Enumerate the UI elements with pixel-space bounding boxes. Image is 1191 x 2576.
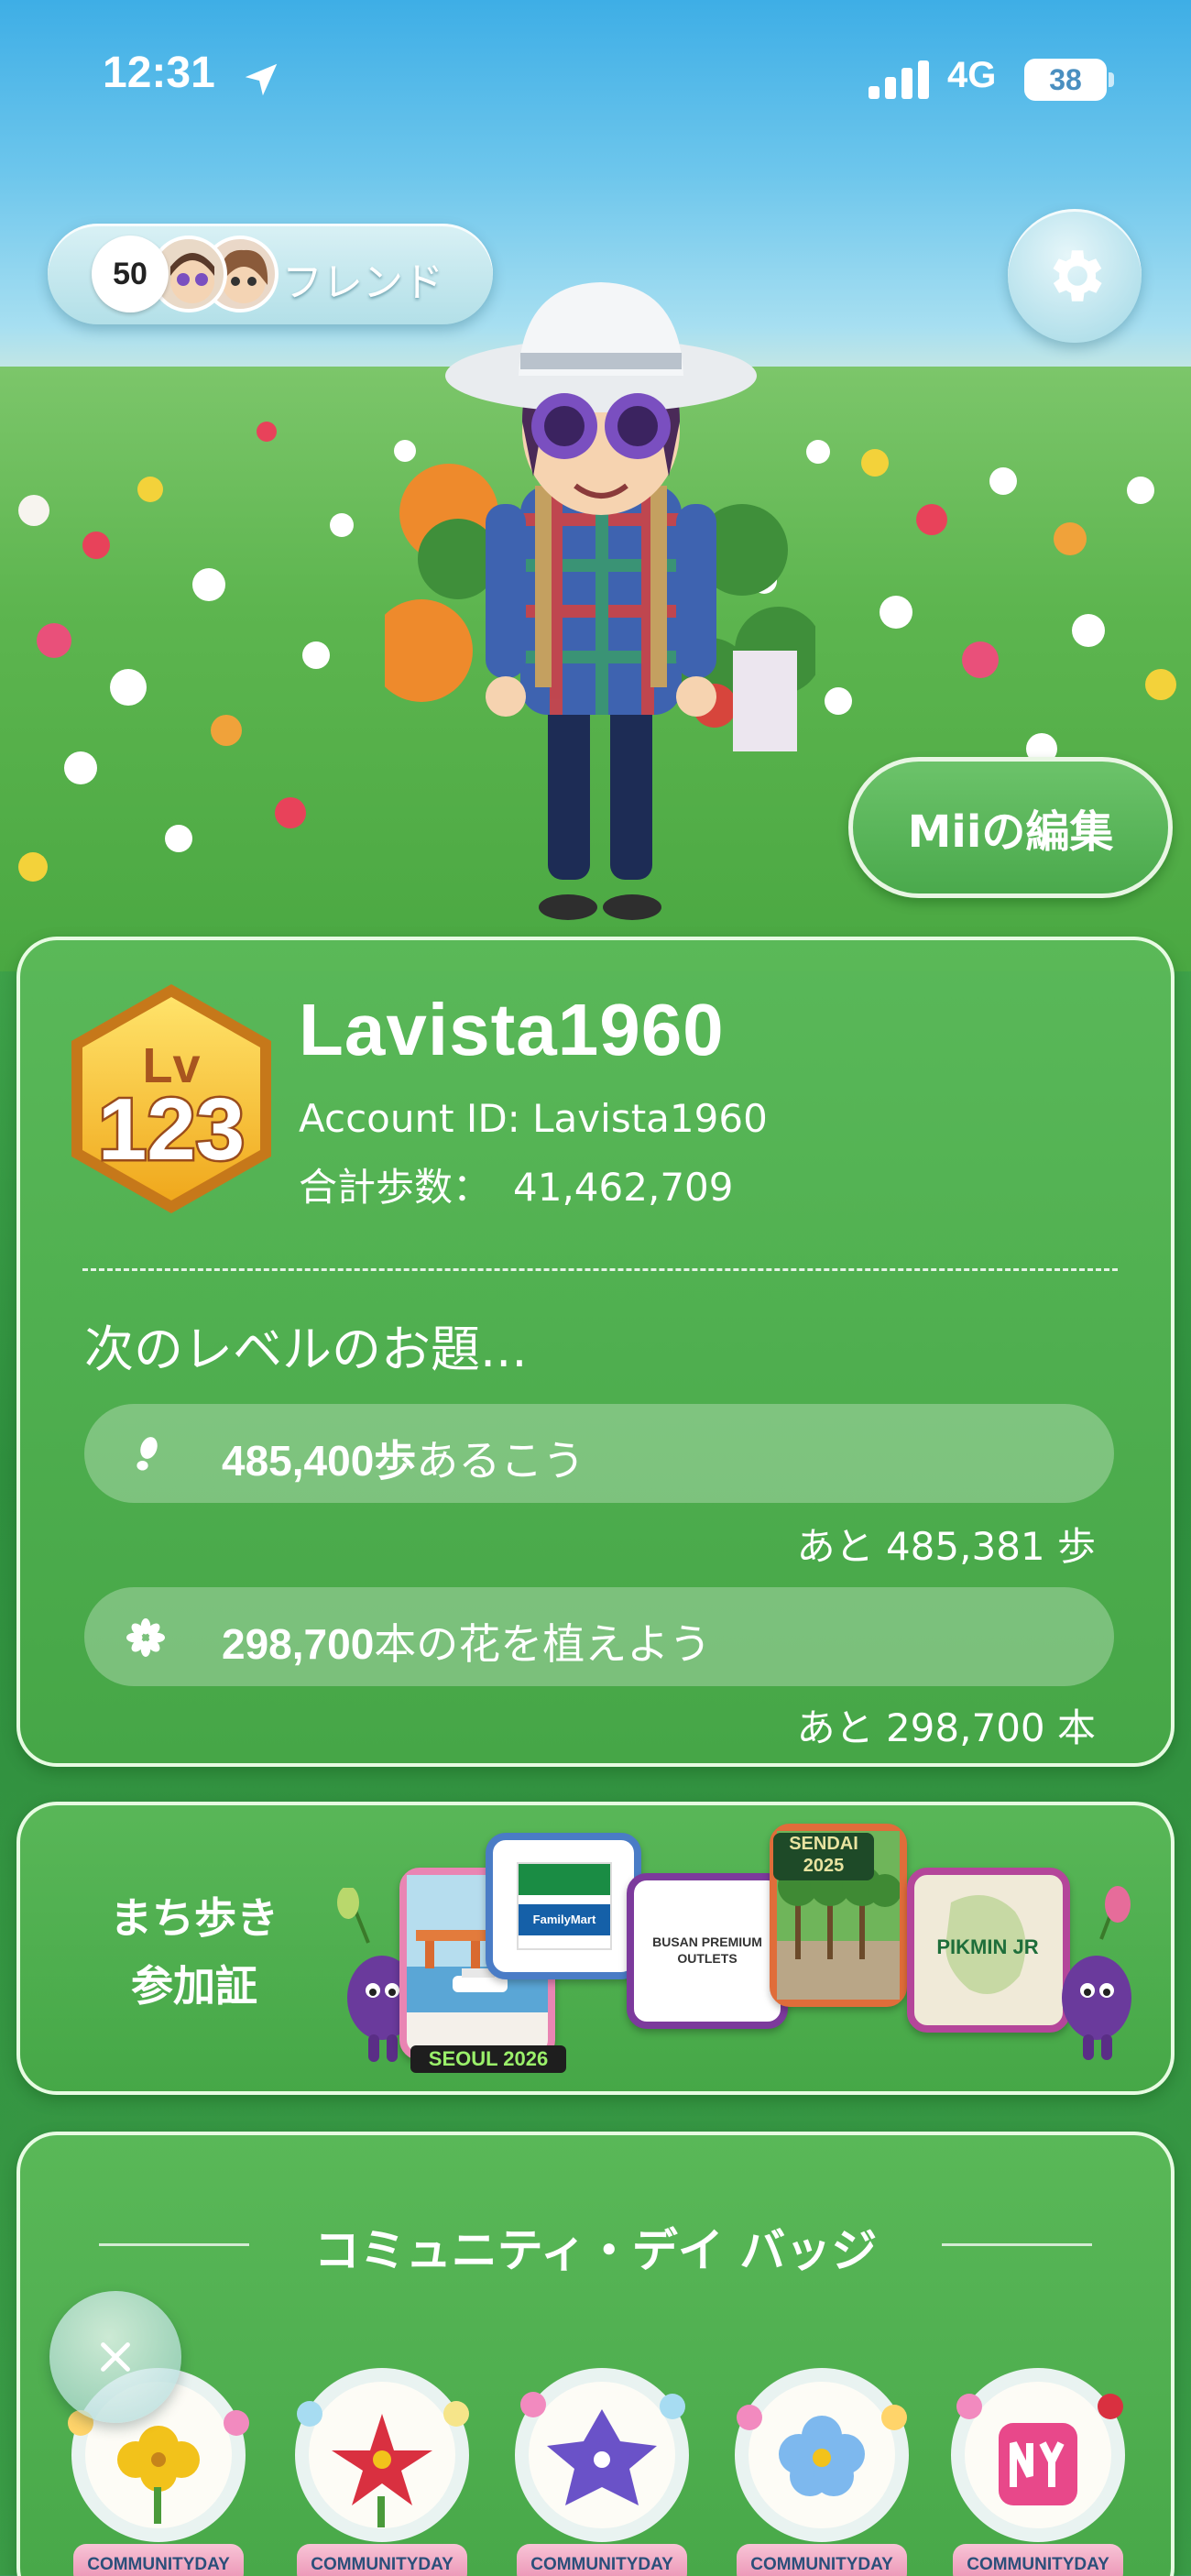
total-steps: 合計歩数： 41,462,709 — [299, 1156, 734, 1212]
town-walk-title-line2: 参加証 — [131, 1961, 257, 2011]
community-day-label: COMMUNITYDAY — [737, 2544, 907, 2576]
total-steps-value: 41,462,709 — [513, 1165, 734, 1210]
mii-avatar — [385, 282, 815, 920]
flower-icon — [126, 1618, 165, 1657]
purple-bellflower-badge-icon — [515, 2368, 689, 2542]
level-number: 123 — [95, 1079, 246, 1181]
task-walk-steps: 485,400歩あるこう — [84, 1404, 1114, 1503]
task-walk-remaining: あと 485,381 歩 — [796, 1524, 1096, 1569]
settings-button[interactable] — [1008, 209, 1142, 343]
task-flower-suffix: 本の花を植えよう — [374, 1619, 712, 1669]
community-day-label: COMMUNITYDAY — [517, 2544, 687, 2576]
close-icon — [101, 2342, 130, 2372]
task-flower-remaining: あと 298,700 本 — [796, 1705, 1096, 1750]
battery-tip — [1109, 72, 1114, 87]
gear-icon — [1053, 250, 1102, 301]
profile-card: Lv 123 Lavista1960 Account ID: Lavista19… — [16, 937, 1175, 1767]
username: Lavista1960 — [299, 989, 725, 1070]
community-day-title: コミュニティ・デイ バッジ — [313, 2224, 878, 2277]
town-walk-card[interactable]: まち歩き 参加証 SEOUL 2026 FamilyMart BUSAN PRE… — [16, 1802, 1175, 2095]
blue-flower-badge-icon — [735, 2368, 909, 2542]
red-flower-badge-icon — [295, 2368, 469, 2542]
familymart-label: FamilyMart — [519, 1904, 610, 1935]
network-type: 4G — [947, 55, 997, 95]
community-day-badges-card: コミュニティ・デイ バッジ COMMUNITYDAY COMMUNITYDAY — [16, 2132, 1175, 2576]
community-day-badge[interactable]: COMMUNITYDAY — [726, 2359, 918, 2576]
sendai-label: SENDAI 2025 — [773, 1833, 874, 1880]
community-day-badge[interactable]: COMMUNITYDAY — [506, 2359, 698, 2576]
busan-patch[interactable]: BUSAN PREMIUM OUTLETS — [627, 1873, 788, 2029]
task-walk-amount: 485,400歩 — [222, 1437, 417, 1485]
task-plant-flowers: 298,700本の花を植えよう — [84, 1587, 1114, 1686]
battery-level: 38 — [1049, 62, 1082, 96]
next-level-title: 次のレベルのお題... — [84, 1321, 528, 1378]
dashed-divider — [82, 1268, 1118, 1271]
town-walk-title: まち歩き 参加証 — [57, 1884, 332, 2020]
purple-pikmin-icon — [1062, 1886, 1131, 2060]
busan-label: BUSAN PREMIUM OUTLETS — [652, 1935, 762, 1966]
edit-mii-button[interactable]: Miiの編集 — [848, 757, 1173, 898]
task-walk-suffix: あるこう — [416, 1436, 585, 1485]
community-day-label: COMMUNITYDAY — [953, 2544, 1123, 2576]
location-arrow-icon — [245, 63, 278, 96]
community-day-label: COMMUNITYDAY — [297, 2544, 467, 2576]
community-day-label: COMMUNITYDAY — [73, 2544, 244, 2576]
status-bar: 12:31 4G 38 — [0, 0, 1191, 156]
town-walk-title-line1: まち歩き — [110, 1893, 279, 1943]
task-flower-amount: 298,700 — [222, 1620, 375, 1668]
community-day-badge[interactable]: COMMUNITYDAY — [942, 2359, 1134, 2576]
account-id: Account ID: Lavista1960 — [299, 1096, 768, 1141]
pink-ny-badge-icon — [951, 2368, 1125, 2542]
title-rule-right — [942, 2243, 1092, 2246]
footprint-icon — [137, 1437, 158, 1471]
familymart-logo: FamilyMart — [517, 1862, 612, 1950]
community-day-badge[interactable]: COMMUNITYDAY — [286, 2359, 478, 2576]
cellular-signal-icon — [869, 60, 929, 99]
task-walk-text: 485,400歩あるこう — [222, 1428, 585, 1488]
clock: 12:31 — [103, 49, 215, 97]
level-badge: Lv 123 — [62, 979, 280, 1219]
pikmin-jr-label: PIKMIN JR — [936, 1935, 1039, 1958]
task-flower-text: 298,700本の花を植えよう — [222, 1611, 711, 1672]
seoul-patch-label: SEOUL 2026 — [410, 2045, 566, 2073]
friend-count-badge: 50 — [92, 236, 169, 312]
familymart-patch[interactable]: FamilyMart — [486, 1833, 641, 1979]
total-steps-label: 合計歩数： — [299, 1165, 492, 1210]
battery-icon: 38 — [1024, 59, 1107, 101]
close-button[interactable] — [49, 2291, 181, 2423]
